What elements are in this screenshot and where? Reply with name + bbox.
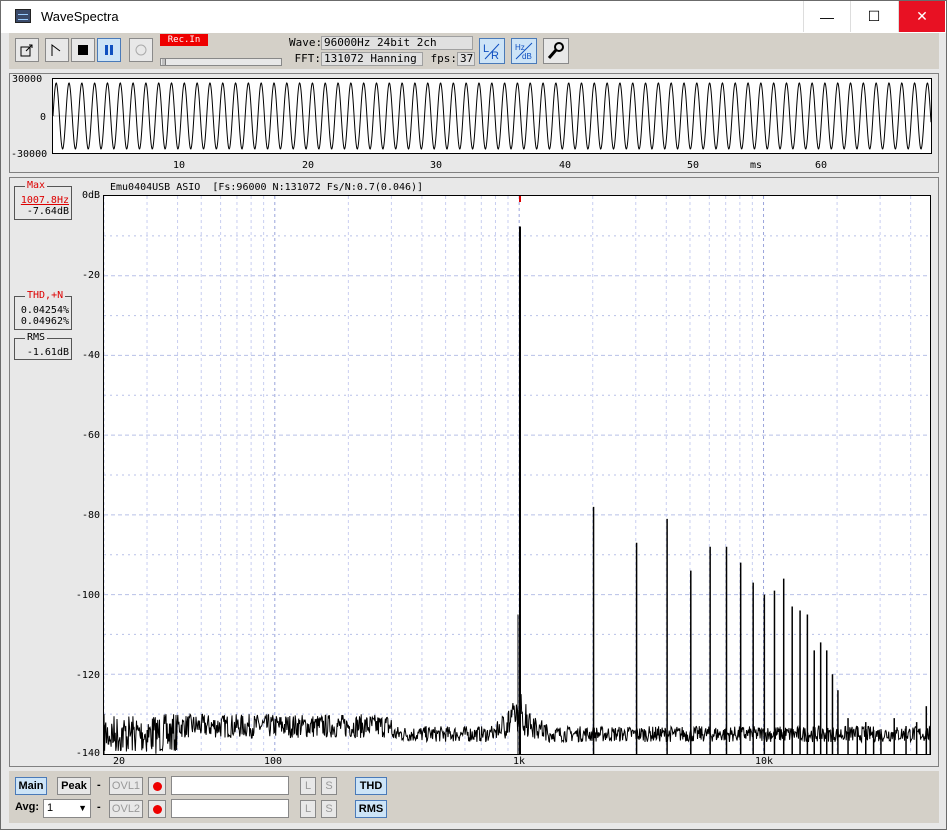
spectrum-svg <box>104 196 930 754</box>
waveform-svg <box>52 82 932 150</box>
pause-icon[interactable] <box>97 38 121 62</box>
noise-floor-trace <box>104 694 930 754</box>
window-title: WaveSpectra <box>41 9 119 24</box>
avg-select[interactable]: 1 ▼ <box>43 799 91 818</box>
spectrum-plot <box>103 195 931 755</box>
chevron-down-icon: ▼ <box>78 803 87 813</box>
svg-text:L: L <box>483 43 489 55</box>
ovl1-button[interactable]: OVL1 <box>109 777 143 795</box>
svg-text:dB: dB <box>522 52 532 61</box>
record-icon[interactable] <box>129 38 153 62</box>
ovl1-record-icon[interactable] <box>148 777 166 795</box>
minimize-button[interactable]: — <box>803 1 850 32</box>
x-tick-label: 10k <box>755 756 774 767</box>
fft-label: FFT: <box>294 52 322 65</box>
y-tick-label: 0dB <box>81 190 100 201</box>
stop-icon[interactable] <box>71 38 95 62</box>
avg-label: Avg: <box>15 801 40 813</box>
wave-xtick: 60 <box>815 160 828 171</box>
lr-channel-icon[interactable]: LR <box>479 38 505 64</box>
rec-in-indicator: Rec.In <box>160 34 208 46</box>
ovl2-file-field[interactable] <box>171 799 289 818</box>
dash-separator: - <box>97 779 101 791</box>
spectrum-header: Emu0404USB ASIO [Fs:96000 N:131072 Fs/N:… <box>110 182 424 193</box>
rms-button[interactable]: RMS <box>355 800 387 818</box>
x-tick-label: 20 <box>113 756 126 767</box>
wave-xtick: 50 <box>687 160 700 171</box>
rms-readout: RMS -1.61dB <box>14 332 72 360</box>
peak-button[interactable]: Peak <box>57 777 91 795</box>
thd-value: 0.04254% <box>20 305 69 316</box>
ovl2-record-icon[interactable] <box>148 800 166 818</box>
wave-xunit: ms <box>750 160 763 171</box>
wave-xtick: 20 <box>302 160 315 171</box>
y-tick-label: -40 <box>81 350 100 361</box>
ovl2-button[interactable]: OVL2 <box>109 800 143 818</box>
rms-value: -1.61dB <box>26 347 69 358</box>
thd-readout: THD,+N 0.04254% 0.04962% <box>14 290 72 330</box>
ovl2-save-button[interactable]: S <box>321 800 337 818</box>
close-button[interactable]: ✕ <box>898 1 945 32</box>
y-tick-label: -60 <box>81 430 100 441</box>
wave-ytick: -30000 <box>11 149 48 160</box>
max-title: Max <box>25 180 48 191</box>
max-readout: Max 1007.8Hz -7.64dB <box>14 180 72 220</box>
wave-label: Wave: <box>289 36 323 49</box>
x-tick-label: 100 <box>264 756 283 767</box>
x-tick-label: 1k <box>513 756 526 767</box>
spectrum-panel: Emu0404USB ASIO [Fs:96000 N:131072 Fs/N:… <box>9 177 939 767</box>
wave-xtick: 40 <box>559 160 572 171</box>
fps-label: fps: <box>430 52 458 65</box>
rms-title: RMS <box>25 332 48 343</box>
max-frequency: 1007.8Hz <box>20 195 69 206</box>
ovl2-load-button[interactable]: L <box>300 800 316 818</box>
wrench-icon[interactable] <box>543 38 569 64</box>
wave-xtick: 30 <box>430 160 443 171</box>
wave-format-value: 96000Hz 24bit 2ch <box>321 36 473 50</box>
y-tick-label: -140 <box>75 748 100 759</box>
device-settings-icon[interactable] <box>15 38 39 62</box>
svg-text:Hz: Hz <box>515 43 525 52</box>
y-tick-label: -100 <box>75 590 100 601</box>
wave-xtick: 10 <box>173 160 186 171</box>
y-tick-label: -20 <box>81 270 100 281</box>
thd-button[interactable]: THD <box>355 777 387 795</box>
maximize-button[interactable]: ☐ <box>850 1 897 32</box>
wave-ytick: 30000 <box>12 74 43 85</box>
y-tick-label: -120 <box>75 670 100 681</box>
trigger-icon[interactable] <box>45 38 69 62</box>
main-button[interactable]: Main <box>15 777 47 795</box>
thd-title: THD,+N <box>25 290 66 301</box>
y-tick-label: -80 <box>81 510 100 521</box>
bottom-controls: Main Peak Avg: 1 ▼ - - OVL1 OVL2 L S L S … <box>9 771 939 823</box>
wave-ytick: 0 <box>40 112 47 123</box>
waveform-plot <box>52 78 932 154</box>
ovl1-file-field[interactable] <box>171 776 289 795</box>
app-window: WaveSpectra — ☐ ✕ Rec.In Wave: 96000Hz 2… <box>0 0 947 830</box>
avg-value: 1 <box>47 802 54 814</box>
slider-thumb[interactable] <box>162 59 166 65</box>
ovl1-load-button[interactable]: L <box>300 777 316 795</box>
toolbar: Rec.In Wave: 96000Hz 24bit 2ch FFT: 1310… <box>9 33 939 69</box>
waveform-panel: 30000 0 -30000 10 20 30 40 50 ms 60 <box>9 73 939 173</box>
input-level-slider[interactable] <box>160 58 282 66</box>
app-icon <box>15 9 31 23</box>
title-bar: WaveSpectra — ☐ ✕ <box>1 1 946 33</box>
fps-value: 37 <box>457 52 475 66</box>
max-level: -7.64dB <box>26 206 69 217</box>
scale-settings-icon[interactable]: Hz dB <box>511 38 537 64</box>
fft-value: 131072 Hanning <box>321 52 423 66</box>
thdn-value: 0.04962% <box>20 316 69 327</box>
dash-separator: - <box>97 801 101 813</box>
ovl1-save-button[interactable]: S <box>321 777 337 795</box>
